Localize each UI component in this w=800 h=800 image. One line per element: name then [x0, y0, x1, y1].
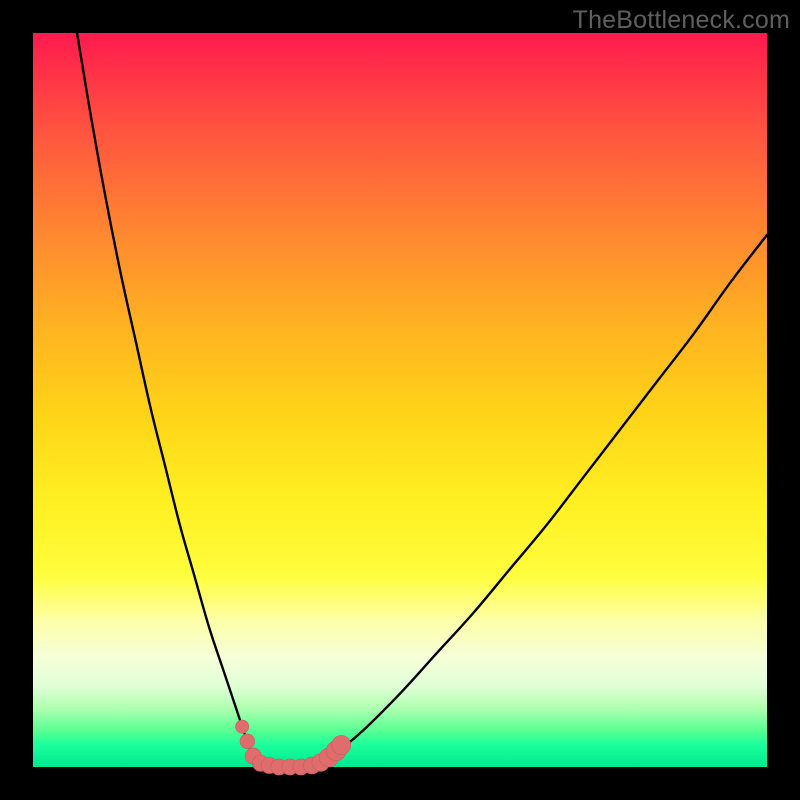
- valley-markers: [236, 720, 351, 775]
- valley-marker: [332, 735, 351, 754]
- valley-marker: [240, 734, 255, 749]
- chart-frame: TheBottleneck.com: [0, 0, 800, 800]
- watermark-text: TheBottleneck.com: [573, 6, 790, 35]
- bottleneck-curve: [77, 33, 767, 767]
- valley-marker: [236, 720, 249, 733]
- plot-area: [33, 33, 767, 767]
- chart-svg: [33, 33, 767, 767]
